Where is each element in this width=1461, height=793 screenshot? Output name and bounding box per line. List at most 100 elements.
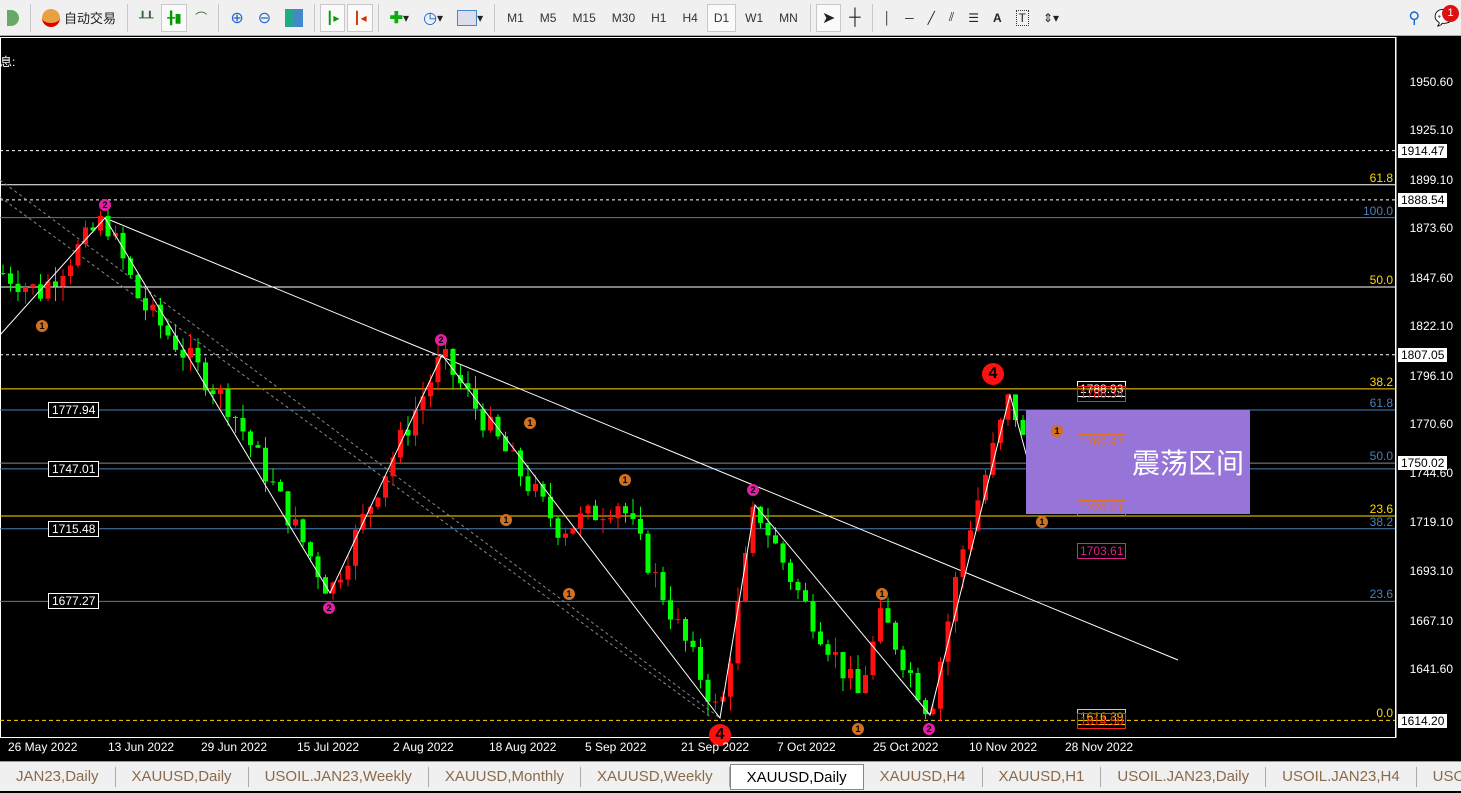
chart-tab[interactable]: XAUUSD,Weekly <box>581 766 730 787</box>
bear-candle <box>270 481 276 483</box>
chart-tab[interactable]: USO <box>1417 767 1461 787</box>
vertical-line-icon: │ <box>883 10 892 25</box>
bear-candle <box>255 445 261 448</box>
bear-candle <box>0 273 6 275</box>
bear-candle <box>240 417 246 432</box>
zoom-in-button[interactable]: ⊕ <box>224 4 249 32</box>
timeframe-m1[interactable]: M1 <box>500 4 531 32</box>
arrows-tool[interactable]: ⇕▾ <box>1037 4 1065 32</box>
bear-candle <box>555 518 561 538</box>
tile-windows-button[interactable] <box>279 4 309 32</box>
line-chart-button[interactable]: ⌒ <box>189 4 213 32</box>
bear-candle <box>233 416 238 418</box>
cursor-tool[interactable]: ➤ <box>815 3 842 32</box>
vertical-line-tool[interactable]: │ <box>878 4 898 32</box>
chart-tab[interactable]: XAUUSD,Daily <box>729 763 864 790</box>
bull-candle <box>375 497 381 507</box>
timeframe-mn[interactable]: MN <box>772 4 805 32</box>
wave-marker: 4 <box>982 362 1004 385</box>
timeframe-h4[interactable]: H4 <box>675 4 704 32</box>
price-tick-label: 1822.10 <box>1409 319 1453 334</box>
chart-tab[interactable]: XAUUSD,Monthly <box>429 766 582 787</box>
horizontal-line-tool[interactable]: ─ <box>899 4 920 32</box>
text-tool[interactable]: A <box>987 4 1008 32</box>
price-tick-label: 1719.10 <box>1409 514 1453 529</box>
timeframe-m15[interactable]: M15 <box>565 4 602 32</box>
text-label-tool[interactable]: T <box>1010 4 1035 32</box>
chart-tab[interactable]: USOIL.JAN23,H4 <box>1266 766 1417 787</box>
separator <box>30 3 31 32</box>
chart-tab[interactable]: XAUUSD,Daily <box>116 766 249 787</box>
bull-candle <box>60 276 66 287</box>
timeframe-m5[interactable]: M5 <box>533 4 564 32</box>
bear-candle <box>900 649 906 671</box>
fib-level-label: 0.0 <box>1376 706 1393 721</box>
search-button[interactable]: ⚲ <box>1402 4 1426 32</box>
channel-line <box>0 179 721 719</box>
bear-candle <box>908 670 913 673</box>
bar-chart-button[interactable]: ┸┸ <box>133 4 159 32</box>
timeframe-d1[interactable]: D1 <box>706 3 737 32</box>
bull-candle <box>68 265 73 277</box>
wave-marker: 2 <box>99 198 111 211</box>
price-tick-label: 1925.10 <box>1409 123 1453 138</box>
bull-candle <box>150 304 156 311</box>
date-tick-label: 2 Aug 2022 <box>393 740 454 754</box>
bull-candle <box>653 572 658 574</box>
horizontal-line-icon: ─ <box>905 10 914 25</box>
crosshair-icon: ┼ <box>849 8 861 26</box>
text-label-icon: T <box>1015 9 1029 26</box>
bear-candle <box>315 556 321 578</box>
date-tick-label: 18 Aug 2022 <box>489 740 557 754</box>
timeframe-h1[interactable]: H1 <box>644 4 673 32</box>
chart-tab[interactable]: USOIL.JAN23,Weekly <box>249 766 429 787</box>
price-chart[interactable]: 息: 震荡区间 1950.60 1925.10 1899.10 1873.60 1847… <box>0 37 1461 761</box>
date-tick-label: 15 Jul 2022 <box>297 740 360 754</box>
bear-candle <box>210 390 216 394</box>
timeframe-w1[interactable]: W1 <box>738 4 770 32</box>
chart-tab[interactable]: JAN23,Daily <box>0 766 116 787</box>
bull-candle <box>863 675 868 694</box>
bear-candle <box>698 646 703 680</box>
zoom-out-button[interactable]: ⊖ <box>252 4 277 32</box>
bull-candle <box>428 382 433 397</box>
price-target-label: 1786.34 <box>1077 386 1127 403</box>
indicators-button[interactable]: ✚ ▾ <box>384 4 415 32</box>
bull-candle <box>833 652 838 655</box>
chart-shift-button[interactable]: ┃▸ <box>320 3 346 32</box>
bear-candle <box>8 273 13 284</box>
bull-candle <box>848 669 853 679</box>
auto-trade-button[interactable]: 自动交易 <box>36 4 122 32</box>
date-tick-label: 29 Jun 2022 <box>201 740 268 754</box>
zone-label: 震荡区间 <box>1131 447 1244 480</box>
search-icon: ⚲ <box>1408 9 1421 27</box>
wave-marker: 1 <box>852 723 864 736</box>
templates-button[interactable]: ▾ <box>451 4 489 32</box>
price-level-box: 1750.02 <box>1398 456 1448 471</box>
bear-candle <box>143 298 148 311</box>
notifications-button[interactable]: 💬1 <box>1428 4 1460 32</box>
chart-tab[interactable]: XAUUSD,H1 <box>983 766 1102 787</box>
candlestick-icon: ╂▮ <box>167 10 182 25</box>
fib-level-label: 61.8 <box>1369 396 1393 411</box>
candlestick-chart-button[interactable]: ╂▮ <box>161 3 188 32</box>
fibonacci-tool[interactable]: ☰ <box>962 4 985 32</box>
tile-windows-icon <box>285 8 304 27</box>
date-tick-label: 5 Sep 2022 <box>585 740 647 754</box>
connection-icon[interactable] <box>1 4 25 32</box>
trendline-tool[interactable]: ╱ <box>922 4 941 32</box>
autoscroll-button[interactable]: ┃◂ <box>347 3 373 32</box>
equidistant-channel-tool[interactable]: ⫽ <box>943 4 960 32</box>
bull-candle <box>443 348 448 358</box>
chart-tab[interactable]: XAUUSD,H4 <box>864 766 983 787</box>
notification-badge: 1 <box>1442 4 1459 22</box>
chart-tab[interactable]: USOIL.JAN23,Daily <box>1101 766 1267 787</box>
arrows-icon: ⇕▾ <box>1042 10 1060 25</box>
channel-line <box>0 196 713 719</box>
crosshair-tool[interactable]: ┼ <box>843 4 866 32</box>
timeframe-m30[interactable]: M30 <box>605 4 642 32</box>
bear-candle <box>690 640 696 647</box>
periods-button[interactable]: ◷ ▾ <box>417 4 449 32</box>
bear-candle <box>548 496 553 519</box>
bull-candle <box>330 582 336 594</box>
